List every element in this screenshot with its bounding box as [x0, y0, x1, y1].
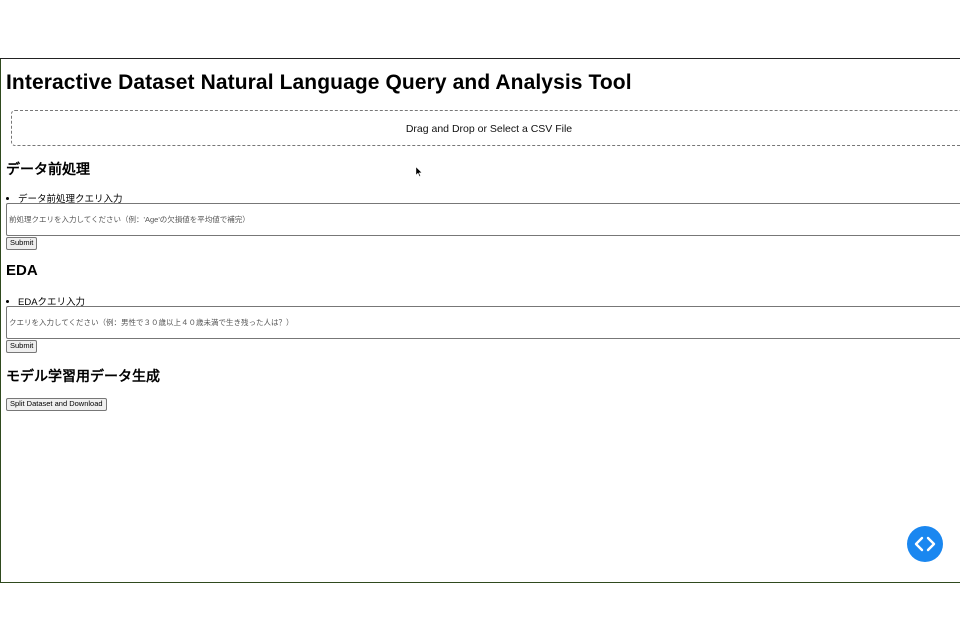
eda-submit-button[interactable]: Submit — [6, 340, 38, 353]
code-toggle-button[interactable] — [907, 526, 943, 562]
upload-label: Drag and Drop or Select a CSV File — [405, 123, 573, 135]
csv-upload-dropzone[interactable]: Drag and Drop or Select a CSV File — [11, 110, 960, 146]
split-dataset-download-button[interactable]: Split Dataset and Download — [6, 398, 107, 411]
page-title: Interactive Dataset Natural Language Que… — [6, 71, 632, 94]
preprocessing-query-input[interactable]: 前処理クエリを入力してください（例：'Age'の欠損値を平均値で補完） — [6, 203, 960, 236]
app-page: Interactive Dataset Natural Language Que… — [0, 59, 960, 583]
preprocessing-query-placeholder: 前処理クエリを入力してください（例：'Age'の欠損値を平均値で補完） — [9, 215, 250, 224]
bullet-dot — [6, 196, 9, 200]
eda-query-placeholder: クエリを入力してください（例：男性で３０歳以上４０歳未満で生き残った人は？） — [9, 318, 294, 327]
code-icon — [914, 536, 936, 552]
eda-heading: EDA — [6, 262, 38, 279]
bullet-dot — [6, 299, 9, 303]
preprocessing-submit-button[interactable]: Submit — [6, 237, 38, 250]
model-data-heading: モデル学習用データ生成 — [6, 368, 160, 384]
preprocessing-heading: データ前処理 — [6, 161, 90, 177]
mouse-pointer-icon — [416, 167, 422, 177]
eda-query-input[interactable]: クエリを入力してください（例：男性で３０歳以上４０歳未満で生き残った人は？） — [6, 306, 960, 339]
